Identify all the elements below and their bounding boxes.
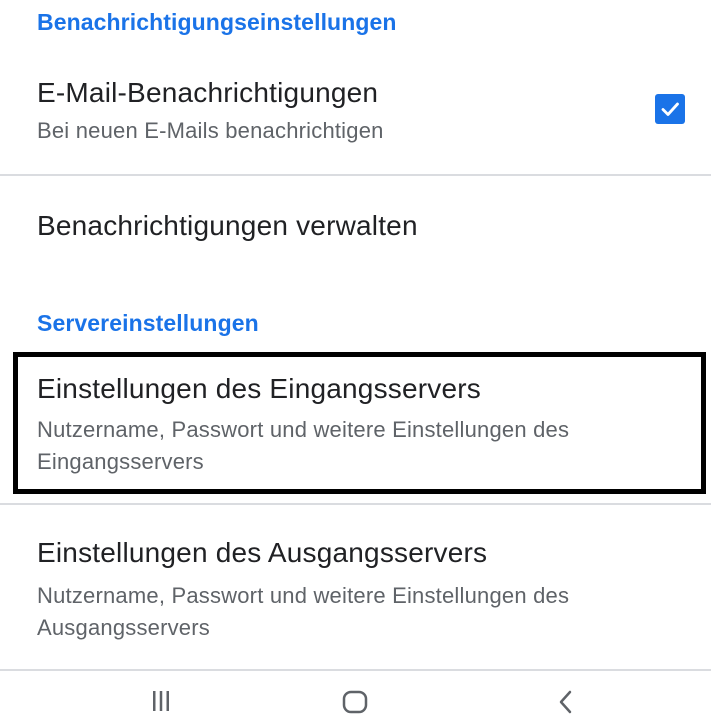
home-button[interactable] — [330, 690, 380, 724]
server-section-header: Servereinstellungen — [37, 310, 259, 336]
email-notifications-checkbox[interactable] — [655, 94, 685, 124]
outgoing-server-title: Einstellungen des Ausgangsservers — [37, 537, 488, 568]
outgoing-server-row[interactable]: Einstellungen des Ausgangsservers Nutzer… — [0, 505, 711, 669]
settings-screen: Benachrichtigungseinstellungen E-Mail-Be… — [0, 0, 711, 724]
back-button[interactable] — [541, 690, 591, 724]
email-notifications-title: E-Mail-Benachrichtigungen — [37, 77, 379, 108]
incoming-server-row[interactable]: Einstellungen des Eingangsservers Nutzer… — [0, 355, 711, 495]
recent-apps-icon — [153, 691, 169, 711]
checkmark-icon — [661, 102, 679, 116]
outgoing-server-subtitle-line1: Nutzername, Passwort und weitere Einstel… — [37, 583, 570, 608]
email-notifications-subtitle: Bei neuen E-Mails benachrichtigen — [37, 118, 384, 143]
manage-notifications-title: Benachrichtigungen verwalten — [37, 210, 418, 241]
incoming-server-subtitle-line1: Nutzername, Passwort und weitere Einstel… — [37, 417, 570, 442]
email-notifications-row[interactable]: E-Mail-Benachrichtigungen Bei neuen E-Ma… — [0, 66, 711, 172]
incoming-server-title: Einstellungen des Eingangsservers — [37, 373, 481, 404]
back-chevron-icon — [559, 690, 572, 714]
navigation-bar — [0, 672, 711, 724]
incoming-server-subtitle-line2: Eingangsservers — [37, 449, 204, 474]
divider — [0, 669, 711, 671]
manage-notifications-row[interactable]: Benachrichtigungen verwalten — [0, 176, 711, 270]
outgoing-server-subtitle-line2: Ausgangsservers — [37, 615, 210, 640]
home-icon — [342, 690, 368, 714]
notifications-section-header: Benachrichtigungseinstellungen — [37, 9, 397, 35]
recent-apps-button[interactable] — [136, 690, 186, 724]
